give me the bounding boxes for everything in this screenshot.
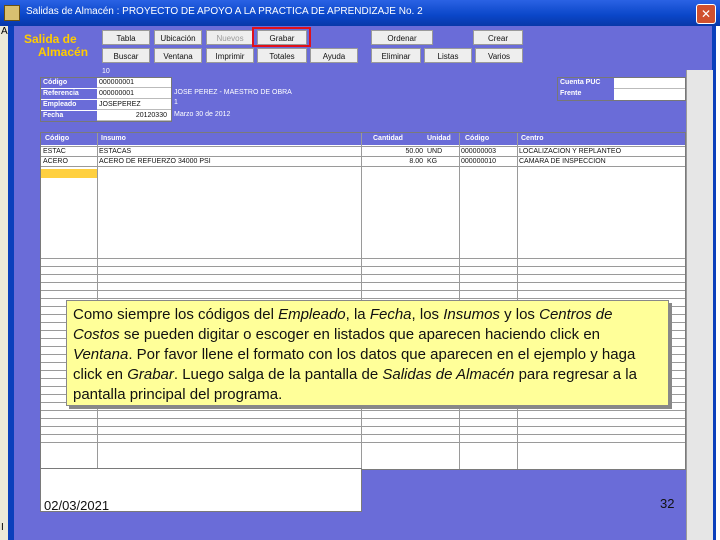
callout-salidas: Salidas de Almacén: [382, 366, 515, 383]
cuenta-puc-field[interactable]: [614, 78, 685, 89]
buscar-button[interactable]: Buscar: [102, 48, 150, 63]
row2-codigo[interactable]: ACERO: [43, 157, 95, 166]
callout-text: . Luego salga de la pantalla de: [173, 366, 383, 383]
crear-button[interactable]: Crear: [473, 30, 523, 45]
brand-title-line1: Salida de: [24, 32, 77, 46]
callout-text: se pueden digitar o escoger en listados …: [119, 326, 601, 343]
ubicacion-button[interactable]: Ubicación: [154, 30, 202, 45]
callout-text: , la: [345, 306, 370, 323]
row2-insumo[interactable]: ACERO DE REFUERZO 34000 PSI: [99, 157, 359, 166]
callout-grabar: Grabar: [127, 366, 174, 383]
brand-title-line2: Almacén: [38, 45, 89, 59]
window-title: Salidas de Almacén : PROYECTO DE APOYO A…: [26, 6, 423, 17]
employee-name-text: JOSE PEREZ - MAESTRO DE OBRA: [174, 89, 292, 96]
ayuda-button[interactable]: Ayuda: [310, 48, 358, 63]
header-centro: Centro: [521, 133, 544, 145]
header-insumo: Insumo: [101, 133, 126, 145]
row1-cantidad[interactable]: 50.00: [363, 147, 423, 156]
instruction-callout: Como siempre los códigos del Empleado, l…: [66, 300, 669, 406]
eliminar-button[interactable]: Eliminar: [371, 48, 421, 63]
header-cantidad: Cantidad: [373, 133, 403, 145]
row2-unidad[interactable]: KG: [427, 157, 457, 166]
callout-ventana: Ventana: [73, 346, 129, 363]
referencia-field[interactable]: 000000001: [97, 89, 171, 99]
grabar-highlight-frame: [252, 27, 311, 47]
grid-header: [41, 133, 685, 145]
listas-button[interactable]: Listas: [424, 48, 472, 63]
cuenta-puc-label: Cuenta PUC: [558, 78, 614, 89]
callout-fecha: Fecha: [369, 306, 412, 323]
callout-insumos: Insumos: [443, 306, 500, 323]
right-scroll-panel: [686, 70, 713, 540]
background-window-letter: A: [1, 26, 8, 37]
row1-unidad[interactable]: UND: [427, 147, 457, 156]
referencia-label: Referencia: [41, 89, 97, 99]
totales-button[interactable]: Totales: [257, 48, 307, 63]
close-button[interactable]: ✕: [696, 4, 716, 24]
selected-cell[interactable]: [41, 169, 97, 178]
callout-text: Como siempre los códigos del: [73, 306, 279, 323]
date-text: Marzo 30 de 2012: [174, 111, 231, 118]
header-unidad: Unidad: [427, 133, 451, 145]
callout-empleado: Empleado: [278, 306, 346, 323]
tabla-button[interactable]: Tabla: [102, 30, 150, 45]
row2-cantidad[interactable]: 8.00: [363, 157, 423, 166]
app-icon: [4, 5, 20, 21]
fecha-label: Fecha: [41, 111, 97, 121]
fecha-field[interactable]: 20120330: [97, 111, 171, 121]
imprimir-button[interactable]: Imprimir: [206, 48, 254, 63]
ordenar-button[interactable]: Ordenar: [371, 30, 433, 45]
codigo-field[interactable]: 000000001: [97, 78, 171, 88]
account-box: Cuenta PUC Frente: [557, 77, 686, 101]
nuevos-button[interactable]: Nuevos: [206, 30, 254, 45]
employee-extra-text: 1: [174, 99, 178, 106]
row2-codigo-centro[interactable]: 000000010: [461, 157, 515, 166]
header-codigo-centro: Código: [465, 133, 490, 145]
record-counter: 10: [102, 68, 110, 75]
row2-centro[interactable]: CAMARA DE INSPECCION: [519, 157, 683, 166]
callout-text: , los: [411, 306, 444, 323]
title-bar: Salidas de Almacén : PROYECTO DE APOYO A…: [0, 0, 720, 26]
slide-page-number: 32: [660, 496, 675, 511]
row1-insumo[interactable]: ESTACAS: [99, 147, 359, 156]
row1-codigo-centro[interactable]: 000000003: [461, 147, 515, 156]
empleado-label: Empleado: [41, 100, 97, 110]
header-codigo: Código: [45, 133, 70, 145]
frente-field[interactable]: [614, 89, 685, 100]
row1-centro[interactable]: LOCALIZACION Y REPLANTEO: [519, 147, 683, 156]
slide-date: 02/03/2021: [44, 498, 110, 513]
ventana-button[interactable]: Ventana: [154, 48, 202, 63]
codigo-label: Código: [41, 78, 97, 88]
frente-label: Frente: [558, 89, 614, 100]
row1-codigo[interactable]: ESTAC: [43, 147, 95, 156]
empleado-field[interactable]: JOSEPEREZ: [97, 100, 171, 110]
callout-text: y los: [499, 306, 540, 323]
background-window-letter-bottom: I: [1, 522, 4, 533]
varios-button[interactable]: Varios: [475, 48, 523, 63]
header-form: Código 000000001 Referencia 000000001 Em…: [40, 77, 172, 122]
